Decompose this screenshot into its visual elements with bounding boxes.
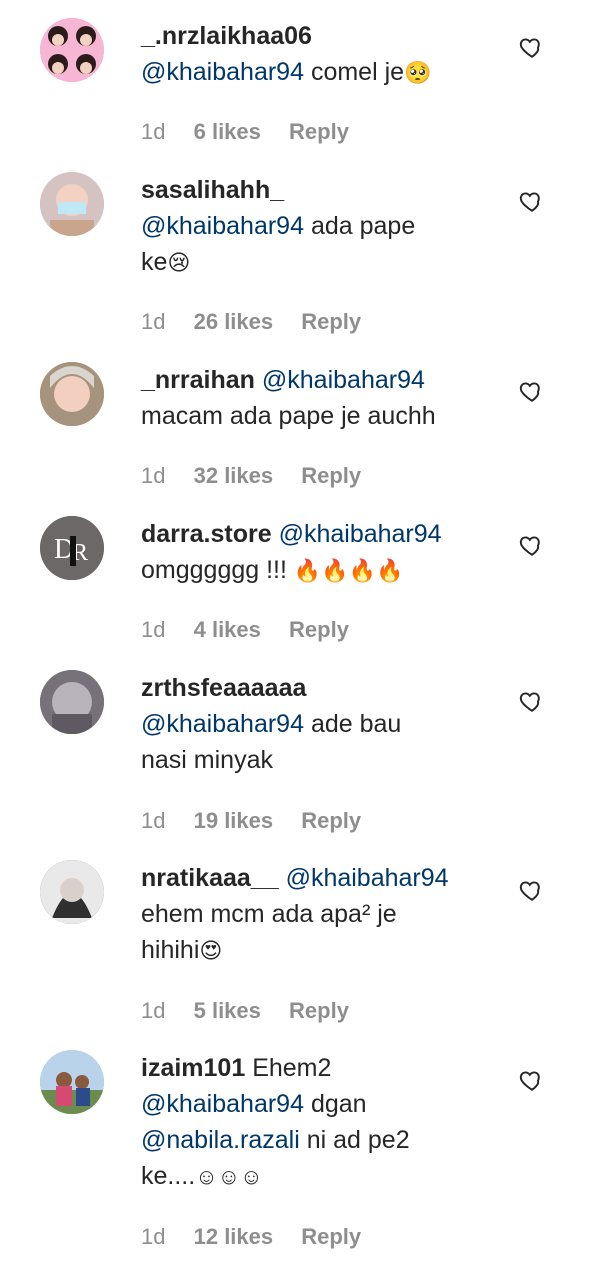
emoji: 😍 xyxy=(199,938,223,963)
reply-button[interactable]: Reply xyxy=(301,808,361,833)
heart-outline-icon[interactable] xyxy=(518,188,546,214)
mention-link[interactable]: @khaibahar94 xyxy=(262,366,425,394)
heart-outline-icon[interactable] xyxy=(518,532,546,558)
time: 1d xyxy=(141,998,166,1023)
avatar[interactable] xyxy=(40,172,104,236)
comment-text: ke.... xyxy=(141,1162,196,1190)
time: 1d xyxy=(141,119,166,144)
comment-text: Ehem2 xyxy=(245,1054,332,1082)
comment-text: macam ada pape je auchh xyxy=(141,402,436,430)
comment-text: ehem mcm ada apa² je xyxy=(141,900,397,928)
reply-button[interactable]: Reply xyxy=(301,463,361,488)
avatar[interactable] xyxy=(40,1050,104,1114)
mention-link[interactable]: @khaibahar94 xyxy=(141,212,304,240)
comment-meta: 1d 32 likes Reply xyxy=(141,463,383,489)
comment-meta: 1d 26 likes Reply xyxy=(141,309,383,335)
reply-button[interactable]: Reply xyxy=(289,998,349,1023)
mention-link[interactable]: @khaibahar94 xyxy=(141,710,304,738)
emoji: 🥺 xyxy=(404,60,432,85)
mention-link[interactable]: @khaibahar94 xyxy=(279,520,442,548)
comment-text: ade bau xyxy=(304,710,402,738)
reply-button[interactable]: Reply xyxy=(301,309,361,334)
likes-count[interactable]: 26 likes xyxy=(194,309,274,334)
comment-meta: 1d 19 likes Reply xyxy=(141,808,383,834)
comment-meta: 1d 6 likes Reply xyxy=(141,119,371,145)
emoji: 🔥🔥🔥🔥 xyxy=(293,558,404,583)
comment-text: hihihi xyxy=(141,936,200,964)
username[interactable]: _.nrzlaikhaa06 xyxy=(141,22,312,50)
username[interactable]: nratikaaa__ xyxy=(141,864,279,892)
mention-link[interactable]: @khaibahar94 xyxy=(141,1090,304,1118)
comment-text: comel je xyxy=(304,58,405,86)
avatar[interactable] xyxy=(40,18,104,82)
reply-button[interactable]: Reply xyxy=(301,1224,361,1249)
emoji: 😢 xyxy=(167,250,191,275)
comment-text: ni ad pe2 xyxy=(299,1126,410,1154)
likes-count[interactable]: 12 likes xyxy=(194,1224,274,1249)
heart-outline-icon[interactable] xyxy=(518,1067,546,1093)
likes-count[interactable]: 32 likes xyxy=(194,463,274,488)
mention-link[interactable]: @nabila.razali xyxy=(141,1126,300,1154)
time: 1d xyxy=(141,309,166,334)
comment-line-1: _.nrzlaikhaa06 xyxy=(141,18,511,54)
comment-text: ada pape xyxy=(304,212,416,240)
comment-meta: 1d 12 likes Reply xyxy=(141,1224,383,1250)
heart-outline-icon[interactable] xyxy=(518,34,546,60)
heart-outline-icon[interactable] xyxy=(518,378,546,404)
comment-text: dgan xyxy=(304,1090,367,1118)
likes-count[interactable]: 4 likes xyxy=(194,617,261,642)
username[interactable]: sasalihahh_ xyxy=(141,176,284,204)
avatar[interactable] xyxy=(40,860,104,924)
username[interactable]: zrthsfeaaaaaa xyxy=(141,674,306,702)
comment-meta: 1d 5 likes Reply xyxy=(141,998,371,1024)
likes-count[interactable]: 6 likes xyxy=(194,119,261,144)
reply-button[interactable]: Reply xyxy=(289,617,349,642)
avatar[interactable] xyxy=(40,670,104,734)
mention-link[interactable]: @khaibahar94 xyxy=(286,864,449,892)
time: 1d xyxy=(141,1224,166,1249)
likes-count[interactable]: 19 likes xyxy=(194,808,274,833)
comment-text: nasi minyak xyxy=(141,746,273,774)
heart-outline-icon[interactable] xyxy=(518,877,546,903)
comment-text: omgggggg !!! xyxy=(141,556,287,584)
mention-link[interactable]: @khaibahar94 xyxy=(141,58,304,86)
reply-button[interactable]: Reply xyxy=(289,119,349,144)
time: 1d xyxy=(141,617,166,642)
avatar[interactable] xyxy=(40,362,104,426)
likes-count[interactable]: 5 likes xyxy=(194,998,261,1023)
username[interactable]: _nrraihan xyxy=(141,366,255,394)
comment-text: ke xyxy=(141,248,168,276)
comment-line-2: @khaibahar94 comel je🥺 xyxy=(141,54,511,91)
avatar[interactable]: D R xyxy=(40,516,104,580)
comment-meta: 1d 4 likes Reply xyxy=(141,617,371,643)
time: 1d xyxy=(141,808,166,833)
heart-outline-icon[interactable] xyxy=(518,688,546,714)
time: 1d xyxy=(141,463,166,488)
emoji: ☺☺☺ xyxy=(195,1164,263,1189)
username[interactable]: izaim101 xyxy=(141,1054,245,1082)
username[interactable]: darra.store xyxy=(141,520,272,548)
